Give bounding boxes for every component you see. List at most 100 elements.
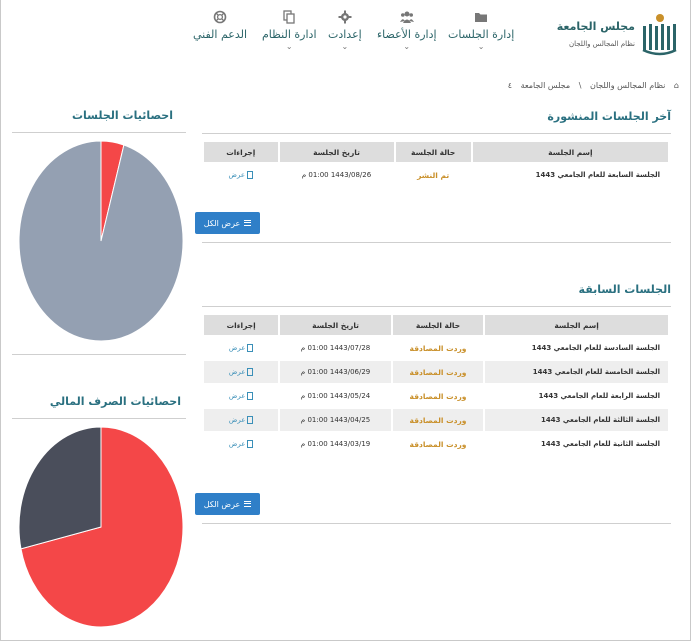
nav-sessions[interactable]: إدارة الجلسات ⌄ [448, 10, 514, 51]
folder-icon [475, 13, 488, 22]
brand[interactable]: مجلس الجامعة نظام المجالس واللجان [557, 12, 679, 60]
view-all-previous-button[interactable]: عرض الكل [195, 493, 260, 515]
breadcrumb-separator: \ [578, 81, 582, 90]
finance-pie-chart [18, 426, 184, 628]
column-header-status: حالة الجلسة [395, 142, 471, 162]
table-row: الجلسة الثانية للعام الجامعي 1443 وردت ا… [204, 433, 668, 455]
view-label: عرض [228, 392, 246, 400]
view-link[interactable]: عرض [204, 385, 278, 407]
document-icon [247, 344, 254, 352]
list-icon [244, 220, 252, 226]
list-icon [244, 501, 252, 507]
session-date: 1443/07/28 01:00 م [300, 344, 371, 352]
home-icon[interactable]: ⌂ [674, 81, 679, 90]
column-header-name: إسم الجلسة [472, 142, 668, 162]
session-status: وردت المصادقة [409, 439, 467, 449]
nav-label: إعدادت [328, 28, 362, 41]
button-label: عرض الكل [203, 499, 241, 509]
session-status: وردت المصادقة [409, 343, 467, 353]
divider [12, 354, 186, 355]
divider [12, 132, 186, 133]
view-link[interactable]: عرض [204, 361, 279, 383]
divider [202, 133, 671, 134]
view-label: عرض [228, 171, 246, 179]
table-row: الجلسة الرابعة للعام الجامعي 1443 وردت ا… [204, 385, 668, 407]
chevron-down-icon: ⌄ [341, 42, 349, 51]
nav-label: إدارة الأعضاء [377, 28, 437, 41]
university-logo-icon [642, 14, 677, 56]
session-name: الجلسة الثانية للعام الجامعي 1443 [540, 440, 660, 448]
lifebuoy-icon [213, 10, 227, 24]
view-label: عرض [228, 344, 246, 352]
view-label: عرض [228, 416, 246, 424]
sessions-pie-slice-1 [18, 140, 184, 342]
table-header-row: إسم الجلسة حالة الجلسة تاريخ الجلسة إجرا… [204, 315, 668, 335]
nav-label: الدعم الفني [193, 28, 248, 41]
document-icon [247, 392, 254, 400]
table-row: الجلسة الثالثة للعام الجامعي 1443 وردت ا… [204, 409, 668, 431]
document-icon [247, 368, 254, 376]
brand-subtitle: نظام المجالس واللجان [568, 40, 635, 48]
column-header-name: إسم الجلسة [485, 315, 668, 335]
chevron-down-icon: ⌄ [477, 42, 485, 51]
column-header-actions: إجراءات [204, 142, 278, 162]
nav-system-admin[interactable]: ادارة النظام ⌄ [262, 10, 317, 51]
sessions-stats-title: احصائيات الجلسات [72, 109, 173, 122]
session-status: تم النشر [417, 170, 450, 180]
session-status: وردت المصادقة [392, 361, 484, 383]
column-header-status: حالة الجلسة [392, 315, 484, 335]
table-row: الجلسة السادسة للعام الجامعي 1443 وردت ا… [204, 337, 668, 359]
breadcrumb: ⌂ نظام المجالس واللجان \ مجلس الجامعة ٤ [502, 81, 679, 90]
session-status: وردت المصادقة [392, 409, 484, 431]
finance-stats-title: احصائيات الصرف المالي [49, 395, 181, 408]
sessions-pie-chart [18, 140, 184, 342]
column-header-date: تاريخ الجلسة [280, 315, 391, 335]
breadcrumb-extra: ٤ [507, 81, 513, 90]
column-header-actions: إجراءات [204, 315, 279, 335]
chevron-down-icon: ⌄ [403, 42, 411, 51]
column-header-date: تاريخ الجلسة [279, 142, 394, 162]
view-link[interactable]: عرض [204, 337, 278, 359]
document-icon [247, 416, 254, 424]
table-row: الجلسة السابعة للعام الجامعي 1443 تم الن… [204, 164, 668, 186]
published-sessions-title: آخر الجلسات المنشورة [547, 110, 671, 123]
previous-sessions-title: الجلسات السابقة [578, 283, 671, 296]
session-status: وردت المصادقة [409, 391, 467, 401]
table-row: الجلسة الخامسة للعام الجامعي 1443 وردت ا… [204, 361, 668, 383]
table-header-row: إسم الجلسة حالة الجلسة تاريخ الجلسة إجرا… [204, 142, 668, 162]
chevron-down-icon: ⌄ [285, 42, 293, 51]
session-date: 1443/05/24 01:00 م [300, 392, 371, 400]
divider [12, 418, 186, 419]
session-name: الجلسة السابعة للعام الجامعي 1443 [535, 171, 660, 179]
nav-members[interactable]: إدارة الأعضاء ⌄ [377, 10, 437, 51]
breadcrumb-item-system[interactable]: نظام المجالس واللجان [590, 81, 665, 90]
session-date: 1443/04/25 01:00 م [280, 409, 391, 431]
copy-icon [283, 10, 295, 24]
nav-support[interactable]: الدعم الفني [193, 10, 247, 41]
session-name: الجلسة السادسة للعام الجامعي 1443 [531, 344, 660, 352]
gear-icon [338, 10, 352, 24]
divider [202, 306, 671, 307]
view-link[interactable]: عرض [204, 433, 278, 455]
button-label: عرض الكل [203, 218, 241, 228]
view-all-published-button[interactable]: عرض الكل [195, 212, 260, 234]
users-icon [399, 11, 414, 23]
divider [202, 242, 671, 243]
published-sessions-table: إسم الجلسة حالة الجلسة تاريخ الجلسة إجرا… [202, 140, 670, 188]
breadcrumb-item-council[interactable]: مجلس الجامعة [521, 81, 571, 90]
session-name: الجلسة الخامسة للعام الجامعي 1443 [485, 361, 668, 383]
finance-pie-slice-1 [18, 426, 102, 550]
nav-settings[interactable]: إعدادت ⌄ [328, 10, 362, 51]
view-link[interactable]: عرض [204, 164, 278, 186]
session-name: الجلسة الرابعة للعام الجامعي 1443 [538, 392, 660, 400]
session-date: 1443/08/26 01:00 م [301, 171, 372, 179]
view-link[interactable]: عرض [204, 409, 279, 431]
view-label: عرض [228, 440, 246, 448]
divider [202, 523, 671, 524]
session-date: 1443/03/19 01:00 م [300, 440, 371, 448]
document-icon [247, 171, 254, 179]
session-name: الجلسة الثالثة للعام الجامعي 1443 [485, 409, 668, 431]
previous-sessions-table: إسم الجلسة حالة الجلسة تاريخ الجلسة إجرا… [202, 313, 670, 457]
brand-title: مجلس الجامعة [556, 20, 635, 33]
session-date: 1443/06/29 01:00 م [280, 361, 391, 383]
